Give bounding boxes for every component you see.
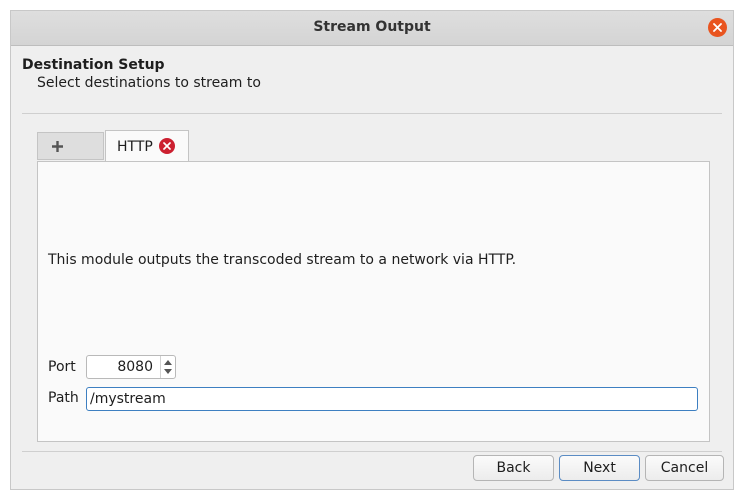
tab-http-label: HTTP xyxy=(117,139,153,155)
plus-icon xyxy=(52,141,63,152)
stream-output-dialog: Stream Output Destination Setup Select d… xyxy=(10,10,734,490)
tab-close-button[interactable] xyxy=(159,138,175,154)
next-button[interactable]: Next xyxy=(559,455,640,481)
tab-close-icon xyxy=(163,142,171,150)
tab-http[interactable]: HTTP xyxy=(105,130,189,161)
back-button[interactable]: Back xyxy=(473,455,554,481)
port-spinbox[interactable]: 8080 xyxy=(86,355,176,379)
cancel-button[interactable]: Cancel xyxy=(645,455,724,481)
port-stepper[interactable] xyxy=(160,356,175,378)
increment-arrow-icon[interactable] xyxy=(164,360,172,365)
header-divider xyxy=(22,113,722,114)
footer-divider xyxy=(22,451,722,452)
decrement-arrow-icon[interactable] xyxy=(164,369,172,374)
window-title: Stream Output xyxy=(313,19,431,35)
path-input[interactable] xyxy=(86,387,698,411)
path-label: Path xyxy=(48,390,79,406)
port-value: 8080 xyxy=(117,359,153,375)
tab-add[interactable] xyxy=(37,132,104,160)
port-label: Port xyxy=(48,359,76,375)
section-heading: Destination Setup xyxy=(22,57,165,73)
module-description: This module outputs the transcoded strea… xyxy=(48,252,517,268)
close-icon xyxy=(713,23,722,32)
window-close-button[interactable] xyxy=(708,18,727,37)
section-subheading: Select destinations to stream to xyxy=(37,75,261,91)
http-settings-panel: This module outputs the transcoded strea… xyxy=(37,161,710,442)
title-bar: Stream Output xyxy=(11,11,733,46)
